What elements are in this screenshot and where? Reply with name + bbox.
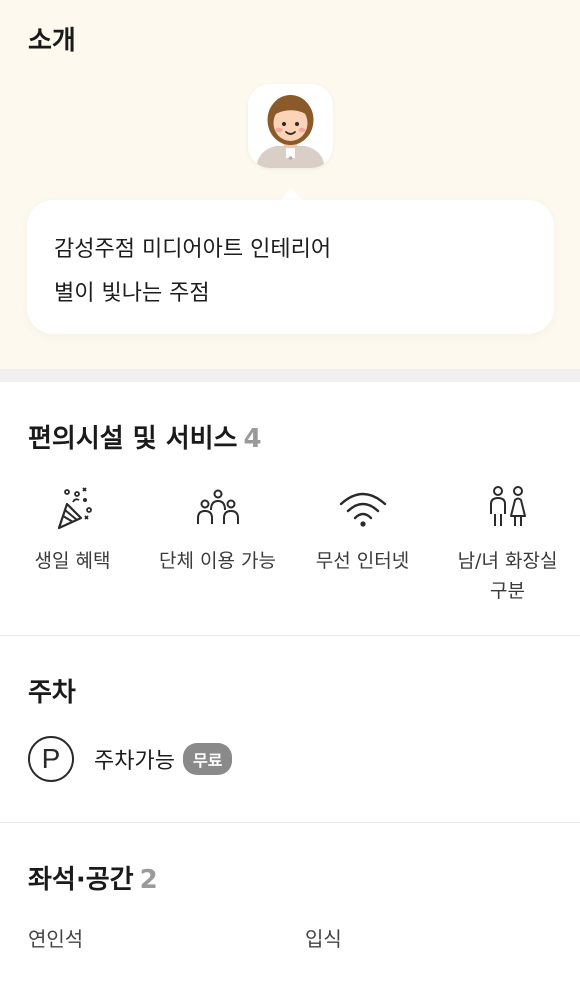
amenity-group: 단체 이용 가능 <box>145 482 290 576</box>
group-icon <box>196 489 239 524</box>
amenities-count: 4 <box>243 424 262 454</box>
section-divider <box>0 369 580 382</box>
seats-count: 2 <box>139 865 158 895</box>
restroom-icon <box>489 486 526 526</box>
amenity-label: 생일 혜택 <box>34 550 111 572</box>
parking-info: P 주차가능 무료 <box>28 736 233 782</box>
intro-speech-bubble: 감성주점 미디어아트 인테리어 별이 빛나는 주점 <box>27 200 554 334</box>
parking-title: 주차 <box>28 678 76 708</box>
party-popper-icon <box>57 487 92 530</box>
seat-item-standing: 입식 <box>305 927 342 951</box>
intro-line: 별이 빛나는 주점 <box>54 281 210 306</box>
parking-free-badge: 무료 <box>182 743 233 775</box>
seats-title: 좌석·공간 2 <box>28 859 158 896</box>
amenity-label: 남/녀 화장실 구분 <box>435 546 580 606</box>
avatar-icon <box>248 84 333 168</box>
seats-section: 좌석·공간 2 연인석 입식 <box>0 823 580 981</box>
intro-title: 소개 <box>28 26 76 56</box>
intro-section: 소개 감성주점 미디어아트 인테리어 별이 빛나는 주점 <box>0 0 580 369</box>
amenity-label: 무선 인터넷 <box>315 550 410 572</box>
amenity-label: 단체 이용 가능 <box>159 550 276 572</box>
parking-status: 주차가능 <box>94 749 175 774</box>
intro-line: 감성주점 미디어아트 인테리어 <box>54 237 332 262</box>
parking-icon: P <box>28 736 74 782</box>
amenities-section: 편의시설 및 서비스 4 생일 혜택 단체 이용 가능 무선 인터넷 남/녀 화… <box>0 382 580 635</box>
parking-section: 주차 P 주차가능 무료 <box>0 636 580 822</box>
amenity-label-line: 구분 <box>490 580 525 602</box>
amenity-birthday: 생일 혜택 <box>0 482 145 576</box>
wifi-icon <box>339 492 386 527</box>
seat-item-couple: 연인석 <box>28 927 84 951</box>
amenity-restroom: 남/녀 화장실 구분 <box>435 482 580 606</box>
amenity-label-line: 남/녀 화장실 <box>457 550 558 572</box>
amenities-title-text: 편의시설 및 서비스 <box>28 424 238 454</box>
amenities-title: 편의시설 및 서비스 4 <box>28 418 262 455</box>
amenity-wifi: 무선 인터넷 <box>290 482 435 576</box>
seats-title-text: 좌석·공간 <box>28 865 134 895</box>
avatar <box>248 84 333 168</box>
